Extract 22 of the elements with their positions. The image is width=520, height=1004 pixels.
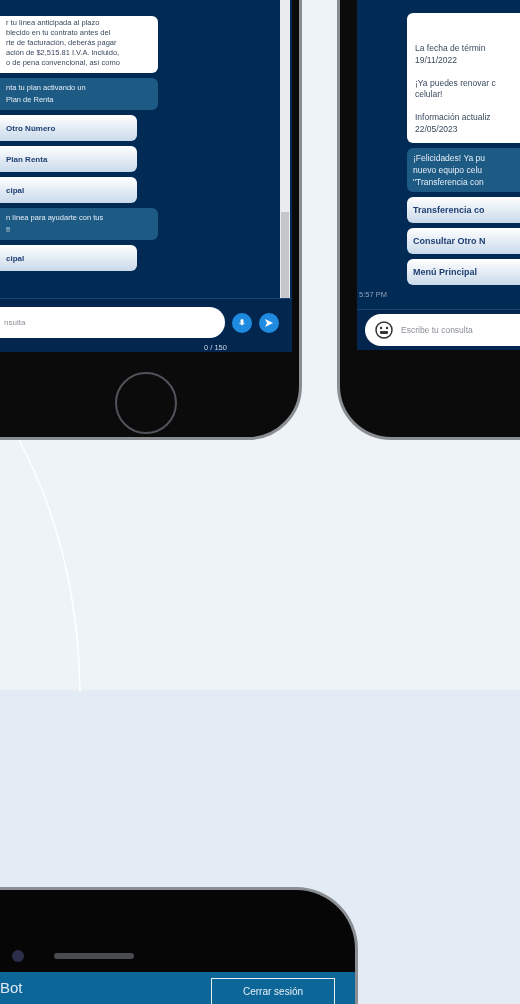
message-input[interactable]: Escribe tu consulta [365, 314, 520, 346]
option-button[interactable]: cipal [0, 177, 137, 203]
scrollbar[interactable] [280, 0, 290, 298]
scrollbar-thumb[interactable] [281, 212, 289, 298]
chat-bubble: ¡Felicidades! Ya pu nuevo equipo celu "Transferencia con [407, 148, 520, 192]
message-input[interactable]: nsulta [0, 307, 225, 338]
option-button[interactable]: Consultar Otro N [407, 228, 520, 254]
microphone-icon [237, 317, 247, 328]
option-button[interactable]: Plan Renta [0, 146, 137, 172]
camera-icon [12, 950, 24, 962]
chat-bubble: La fecha de términ 19/11/2022 ¡Ya puedes renovar c celular! Información actualiz 22/05/2023 [407, 13, 520, 143]
header-title: Bot [0, 978, 23, 998]
microphone-button[interactable] [232, 312, 252, 333]
emoji-icon[interactable] [375, 321, 393, 339]
home-button[interactable] [115, 372, 177, 434]
send-icon [264, 317, 274, 328]
option-button[interactable]: Otro Número [0, 115, 137, 141]
option-button[interactable]: Transferencia co [407, 197, 520, 223]
option-button[interactable]: Menú Principal [407, 259, 520, 285]
logout-button[interactable]: Cerrar sesión [211, 978, 335, 1004]
option-button[interactable]: cipal [0, 245, 137, 271]
send-button[interactable] [259, 312, 279, 333]
